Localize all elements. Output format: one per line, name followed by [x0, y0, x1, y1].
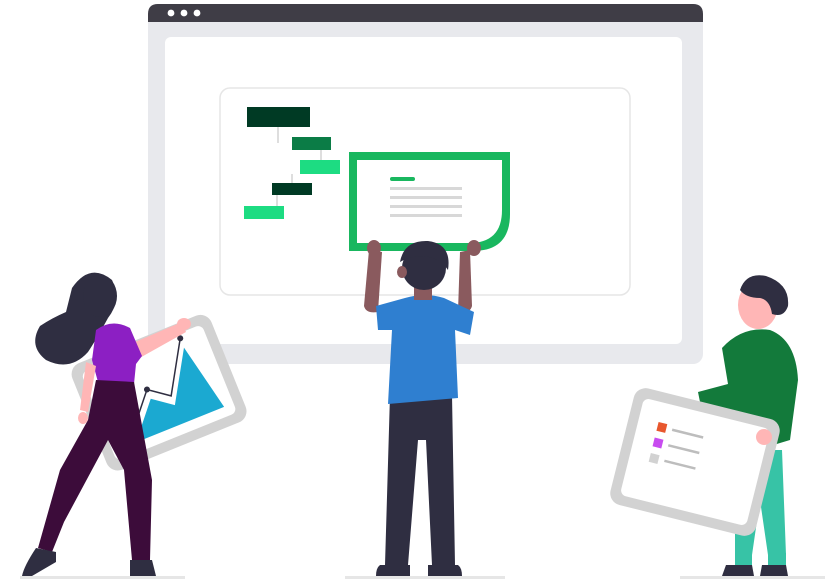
task-card-text-line: [390, 187, 462, 190]
pants: [385, 395, 455, 565]
hand: [78, 412, 88, 424]
pants: [38, 380, 152, 560]
shoe: [428, 565, 462, 576]
hand: [367, 240, 381, 256]
ground-line: [345, 576, 505, 579]
head: [83, 275, 117, 317]
gantt-bar: [292, 137, 331, 150]
task-card-text-line: [390, 196, 462, 199]
shoe: [722, 565, 754, 576]
hand: [467, 240, 481, 256]
browser-title-bar: [148, 4, 703, 22]
gantt-bar: [300, 160, 340, 174]
arm: [458, 250, 472, 313]
ground-line: [20, 576, 185, 579]
shoe: [22, 548, 56, 576]
task-card-text-line: [390, 205, 462, 208]
hand: [756, 429, 772, 445]
shirt: [92, 323, 142, 384]
ground-line: [680, 576, 825, 579]
hand: [177, 318, 191, 330]
task-card: [349, 152, 510, 251]
browser-dot-icon: [193, 9, 201, 17]
browser-dot-icon: [180, 9, 188, 17]
task-card-text-line: [390, 214, 462, 217]
ear: [397, 266, 407, 278]
browser-dot-icon: [167, 9, 175, 17]
task-card-inner: [357, 160, 502, 243]
task-card-title-line: [390, 177, 415, 181]
gantt-bar: [244, 206, 284, 219]
shoe: [760, 565, 788, 576]
shoe: [130, 560, 156, 576]
gantt-bar: [272, 183, 312, 195]
shoe: [376, 565, 410, 576]
gantt-bar: [247, 107, 310, 127]
team-planning-illustration: [20, 4, 825, 579]
